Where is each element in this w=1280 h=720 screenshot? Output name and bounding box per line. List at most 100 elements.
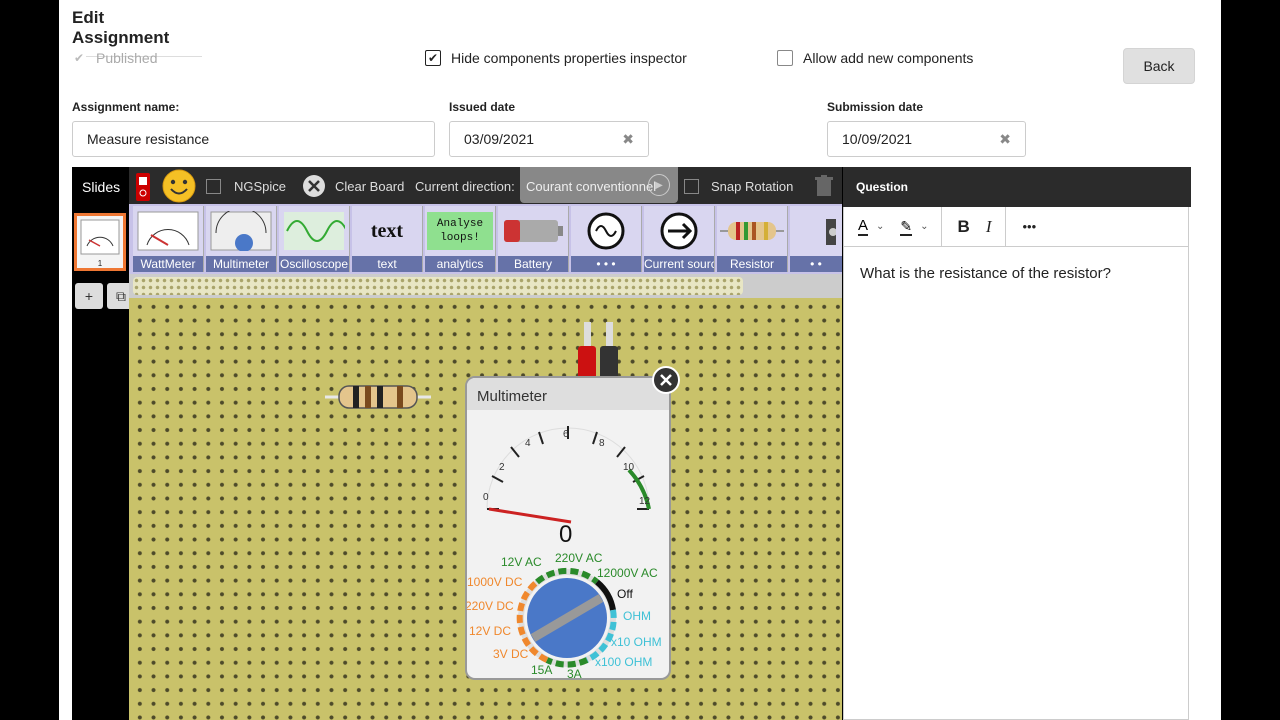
breadboard-strip — [133, 277, 743, 295]
multimeter-title: Multimeter — [477, 388, 548, 405]
sine-wave-icon — [279, 210, 349, 252]
slide-thumbnail[interactable]: 1 — [74, 213, 126, 271]
assignment-name-value: Measure resistance — [87, 131, 210, 147]
palette-item-text[interactable]: text text — [352, 206, 423, 272]
issued-date-value: 03/09/2021 — [464, 131, 535, 147]
range-label[interactable]: x10 OHM — [611, 635, 662, 649]
palette-item-current-source[interactable]: Current source — [644, 206, 715, 272]
arrow-circle-icon — [644, 210, 714, 252]
range-label[interactable]: 12V AC — [501, 555, 542, 569]
highlight-icon[interactable]: ✎ — [900, 218, 913, 236]
range-label[interactable]: 15A — [531, 663, 552, 677]
palette-item-label: Multimeter — [206, 256, 276, 272]
range-label[interactable]: 220V AC — [555, 551, 603, 565]
palette-item-ac-source[interactable]: • • • — [571, 206, 642, 272]
ngspice-checkbox[interactable] — [206, 179, 221, 194]
scale-label: 10 — [623, 462, 635, 473]
multimeter-face: 0 2 4 6 8 10 12 0 12V AC 220V AC 12000V … — [467, 426, 662, 678]
smiley-icon[interactable] — [161, 168, 197, 204]
close-circle-icon[interactable] — [302, 174, 326, 198]
assignment-name-input[interactable]: Measure resistance — [72, 121, 435, 157]
palette-item-label: • • • — [571, 256, 641, 272]
clear-board-button[interactable]: Clear Board — [335, 179, 404, 194]
assignment-name-label: Assignment name: — [72, 100, 180, 114]
breadboard[interactable]: Multimeter 0 2 4 6 8 10 12 0 12V AC 220V… — [129, 298, 842, 720]
published-label: Published — [96, 50, 158, 66]
analytics-icon-text: Analyse loops! — [427, 212, 493, 250]
font-color-icon[interactable]: A — [858, 217, 869, 236]
palette-item-more[interactable]: • • — [790, 206, 842, 272]
clear-icon[interactable]: ✖ — [999, 131, 1011, 148]
multimeter-component[interactable]: Multimeter 0 2 4 6 8 10 12 0 12V AC 220V… — [465, 376, 671, 680]
question-editor[interactable] — [843, 247, 1189, 720]
wattmeter-icon — [133, 210, 203, 252]
italic-button[interactable]: I — [986, 217, 992, 237]
published-checkbox[interactable]: ✔ Published — [72, 50, 158, 66]
add-slide-button[interactable]: + — [75, 283, 103, 309]
palette-item-label: text — [352, 256, 422, 272]
issued-date-input[interactable]: 03/09/2021 ✖ — [449, 121, 649, 157]
more-options-icon[interactable]: ••• — [1022, 219, 1036, 234]
scale-label: 6 — [563, 429, 569, 440]
check-icon: ✔ — [425, 50, 441, 66]
range-label[interactable]: Off — [617, 587, 633, 601]
slide-preview-icon — [80, 219, 120, 255]
back-button[interactable]: Back — [1123, 48, 1195, 84]
palette-item-wattmeter[interactable]: WattMeter — [133, 206, 204, 272]
allow-add-checkbox[interactable]: Allow add new components — [777, 50, 973, 66]
checkbox-box — [777, 50, 793, 66]
palette-item-label: • • — [790, 256, 842, 272]
bold-button[interactable]: B — [958, 217, 970, 237]
range-label[interactable]: 12000V AC — [597, 566, 658, 580]
clear-icon[interactable]: ✖ — [622, 131, 634, 148]
palette-item-battery[interactable]: Battery — [498, 206, 569, 272]
snap-rotation-checkbox[interactable] — [684, 179, 699, 194]
power-rail — [129, 274, 842, 298]
ac-source-icon — [571, 210, 641, 252]
range-label[interactable]: 220V DC — [467, 599, 514, 613]
allow-add-label: Allow add new components — [803, 50, 974, 66]
multimeter-reading: 0 — [559, 521, 572, 548]
scale-label: 12 — [639, 496, 651, 507]
hide-inspector-checkbox[interactable]: ✔ Hide components properties inspector — [425, 50, 687, 66]
palette-item-oscilloscope[interactable]: Oscilloscope — [279, 206, 350, 272]
palette-item-label: WattMeter — [133, 256, 203, 272]
play-icon[interactable]: ▶ — [648, 174, 670, 196]
slides-header: Slides — [82, 179, 121, 195]
submission-date-input[interactable]: 10/09/2021 ✖ — [827, 121, 1026, 157]
current-direction-value: Courant conventionnel — [526, 179, 657, 194]
text-icon: text — [370, 219, 404, 242]
analytics-icon: Analyse loops! — [425, 210, 495, 252]
chevron-down-icon[interactable]: ⌄ — [920, 221, 928, 232]
edit-assignment-page: Edit Assignment ✔ Published ✔ Hide compo… — [59, 0, 1221, 720]
range-label[interactable]: 12V DC — [469, 624, 511, 638]
simulator-toolbar: NGSpice Clear Board Current direction: C… — [129, 167, 842, 207]
slide-number: 1 — [97, 259, 103, 268]
resistor-component[interactable] — [325, 383, 431, 411]
hide-inspector-label: Hide components properties inspector — [451, 50, 687, 66]
scale-label: 2 — [499, 462, 505, 473]
palette-item-label: Oscilloscope — [279, 256, 349, 272]
power-switch-icon[interactable] — [136, 173, 150, 201]
range-label[interactable]: 3V DC — [493, 647, 529, 661]
snap-rotation-label: Snap Rotation — [711, 179, 794, 194]
chevron-down-icon[interactable]: ⌄ — [876, 221, 884, 232]
check-icon: ✔ — [72, 51, 86, 65]
editor-toolbar: A ⌄ ✎ ⌄ B I ••• — [843, 206, 1189, 247]
range-label[interactable]: 3A — [567, 667, 582, 678]
palette-item-multimeter[interactable]: Multimeter — [206, 206, 277, 272]
submission-date-label: Submission date — [827, 100, 924, 114]
trash-icon[interactable] — [815, 175, 833, 197]
range-label[interactable]: x100 OHM — [595, 655, 652, 669]
palette-item-resistor[interactable]: Resistor — [717, 206, 788, 272]
range-label[interactable]: 1000V DC — [467, 575, 523, 589]
issued-date-label: Issued date — [449, 100, 516, 114]
palette-item-label: Resistor — [717, 256, 787, 272]
remove-component-icon[interactable] — [651, 365, 681, 395]
scale-label: 8 — [599, 438, 605, 449]
component-palette: WattMeter Multimeter Oscilloscope text t… — [129, 204, 842, 274]
divider — [1005, 206, 1007, 247]
palette-item-analytics[interactable]: Analyse loops! analytics — [425, 206, 496, 272]
range-label[interactable]: OHM — [623, 609, 651, 623]
current-direction-select[interactable]: Courant conventionnel ▶ — [520, 167, 678, 203]
